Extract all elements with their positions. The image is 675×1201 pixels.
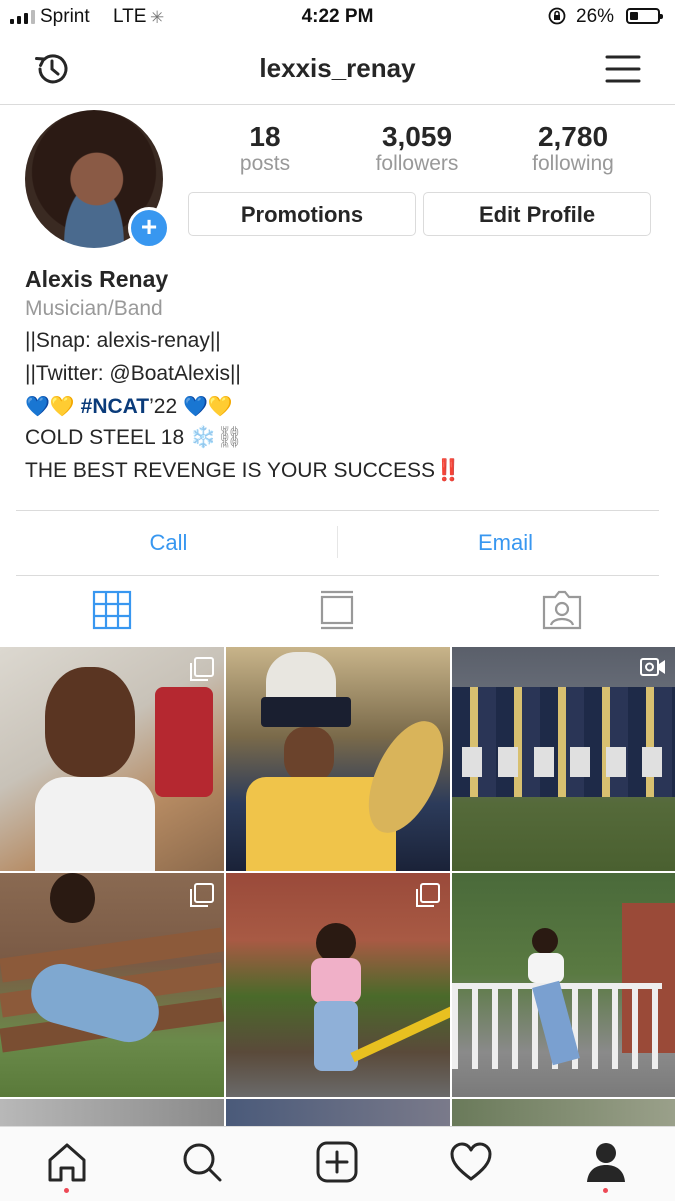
post-thumbnail[interactable] (0, 873, 224, 1097)
multiple-photos-icon (190, 657, 214, 681)
multiple-photos-icon (416, 883, 440, 907)
divider (16, 510, 659, 511)
followers-label: followers (375, 152, 459, 175)
posts-label: posts (239, 152, 291, 175)
ncat-hashtag-link[interactable]: #NCAT (81, 395, 149, 418)
posts-count[interactable]: 18 (205, 121, 325, 153)
promotions-button[interactable]: Promotions (188, 192, 416, 236)
yellow-heart-emoji: 💛 (49, 396, 75, 418)
feed-icon[interactable] (315, 588, 359, 632)
video-icon (640, 658, 665, 676)
email-button[interactable]: Email (338, 530, 673, 556)
bio-line-school: 💙💛 #NCAT’22 💙💛 (25, 394, 233, 419)
post-thumbnail[interactable] (226, 1099, 450, 1126)
blue-heart-emoji: 💙 (182, 396, 208, 418)
snowflake-emoji: ❄️ (189, 426, 217, 449)
grid-icon[interactable] (90, 588, 134, 632)
bio-cold-steel-text: COLD STEEL 18 (25, 426, 185, 449)
rotation-lock-icon (548, 7, 566, 25)
post-thumbnail[interactable] (452, 647, 675, 871)
multiple-photos-icon (190, 883, 214, 907)
search-icon[interactable] (180, 1140, 224, 1184)
bio-year-text: ’22 (149, 395, 178, 418)
profile-display-name: Alexis Renay (25, 266, 169, 292)
battery-icon (626, 8, 663, 24)
status-bar: Sprint LTE ✳ 4:22 PM 26% (0, 0, 675, 34)
profile-username: lexxis_renay (259, 53, 416, 83)
call-button[interactable]: Call (16, 530, 321, 556)
menu-icon[interactable] (601, 47, 645, 91)
post-thumbnail[interactable] (452, 1099, 675, 1126)
post-thumbnail[interactable] (226, 873, 450, 1097)
yellow-heart-emoji: 💛 (207, 396, 233, 418)
chains-emoji: ⛓ (216, 426, 243, 449)
home-icon[interactable] (45, 1140, 89, 1184)
notification-dot (64, 1188, 69, 1193)
add-post-icon[interactable] (315, 1140, 359, 1184)
exclamation-emoji: ‼️ (435, 459, 462, 482)
post-thumbnail[interactable] (452, 873, 675, 1097)
divider (16, 575, 659, 576)
battery-percentage: 26% (576, 6, 615, 27)
bio-motto-text: THE BEST REVENGE IS YOUR SUCCESS (25, 459, 435, 482)
clock: 4:22 PM (301, 6, 374, 27)
bio-line-cold-steel: COLD STEEL 18 ❄️⛓ (25, 426, 243, 450)
bio-line-snap: ||Snap: alexis-renay|| (25, 329, 221, 352)
post-thumbnail[interactable] (226, 647, 450, 871)
post-thumbnail[interactable] (0, 647, 224, 871)
following-label: following (532, 152, 614, 175)
tagged-icon[interactable] (540, 588, 584, 632)
bio-line-twitter: ||Twitter: @BoatAlexis|| (25, 362, 241, 385)
blue-heart-emoji: 💙 (25, 396, 50, 418)
following-count[interactable]: 2,780 (508, 121, 638, 153)
followers-count[interactable]: 3,059 (352, 121, 482, 153)
bio-line-motto: THE BEST REVENGE IS YOUR SUCCESS‼️ (25, 459, 461, 483)
profile-category: Musician/Band (25, 297, 163, 320)
post-thumbnail[interactable] (0, 1099, 224, 1126)
notification-dot (603, 1188, 608, 1193)
profile-icon[interactable] (584, 1140, 628, 1184)
edit-profile-button[interactable]: Edit Profile (423, 192, 651, 236)
activity-heart-icon[interactable] (449, 1140, 493, 1184)
add-story-icon[interactable]: + (128, 207, 170, 249)
